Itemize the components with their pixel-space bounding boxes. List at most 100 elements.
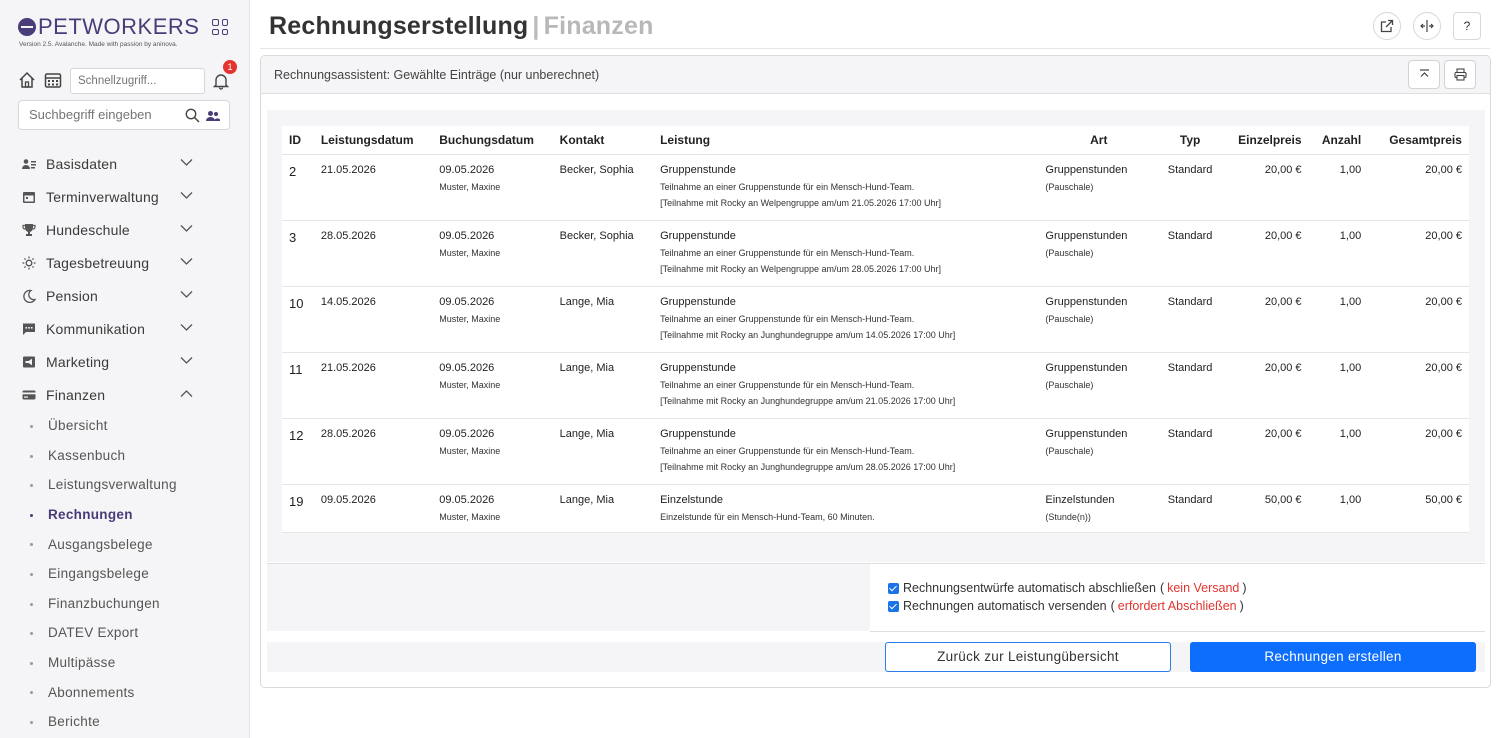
sidebar: PETWORKERS Version 2.5. Avalanche. Made … xyxy=(0,0,250,738)
cell-anzahl: 1,00 xyxy=(1308,286,1369,353)
create-invoices-button[interactable]: Rechnungen erstellen xyxy=(1190,642,1476,672)
col-kontakt: Kontakt xyxy=(552,126,654,155)
cell-kontakt: Lange, Mia xyxy=(552,418,654,485)
subnav-item-leistungsverwaltung[interactable]: Leistungsverwaltung xyxy=(0,470,250,500)
collapse-card-button[interactable] xyxy=(1408,60,1440,89)
subnav-item-finanzbuchungen[interactable]: Finanzbuchungen xyxy=(0,589,250,619)
card-title: Rechnungsassistent: Gewählte Einträge (n… xyxy=(274,68,600,82)
table-row[interactable]: 19 09.05.2026 09.05.2026 Muster, Maxine Lang… xyxy=(282,484,1469,533)
help-button[interactable]: ? xyxy=(1453,12,1481,40)
subnav-item-berichte[interactable]: Berichte xyxy=(0,707,250,737)
cell-leistung: Gruppenstunde Teilnahme an einer Gruppens… xyxy=(653,154,1039,221)
back-to-services-button[interactable]: Zurück zur Leistungübersicht xyxy=(885,642,1171,672)
cell-anzahl: 1,00 xyxy=(1308,154,1369,221)
moon-icon xyxy=(23,289,36,303)
service-detail: [Teilnahme mit Rocky an Junghundegruppe … xyxy=(660,461,956,472)
subnav-item-multipaesse[interactable]: Multipässe xyxy=(0,648,250,678)
cell-id: 10 xyxy=(282,286,314,353)
col-leistung: Leistung xyxy=(653,126,1039,155)
table-row[interactable]: 10 14.05.2026 09.05.2026 Muster, Maxine Lang… xyxy=(282,286,1469,353)
nav-item-finanzen[interactable]: Finanzen xyxy=(0,378,250,411)
art-unit: (Pauschale) xyxy=(1045,445,1094,456)
col-art: Art xyxy=(1038,126,1160,155)
subnav-item-ausgangsbelege[interactable]: Ausgangsbelege xyxy=(0,529,250,559)
sun-icon xyxy=(22,256,36,269)
brand-name: PETWORKERS xyxy=(38,14,200,39)
service-description: Teilnahme an einer Gruppenstunde für ein… xyxy=(660,181,915,192)
chevron-down-icon xyxy=(180,324,193,331)
cell-gesamtpreis: 20,00 € xyxy=(1368,286,1469,353)
col-buchungsdatum: Buchungsdatum xyxy=(432,126,553,155)
title-divider xyxy=(260,48,1490,49)
nav-item-hundeschule[interactable]: Hundeschule xyxy=(0,213,250,246)
users-search-icon[interactable] xyxy=(206,110,220,122)
cell-typ: Standard xyxy=(1159,352,1222,419)
open-external-button[interactable] xyxy=(1373,12,1401,40)
nav-item-kommunikation[interactable]: Kommunikation xyxy=(0,312,250,345)
booked-by: Muster, Maxine xyxy=(439,247,501,258)
art-unit: (Stunde(n)) xyxy=(1045,511,1091,522)
nav-item-tagesbetreuung[interactable]: Tagesbetreuung xyxy=(0,246,250,279)
art-unit: (Pauschale) xyxy=(1045,247,1094,258)
subnav-item-kassenbuch[interactable]: Kassenbuch xyxy=(0,441,250,471)
service-name: Gruppenstunde xyxy=(660,163,736,176)
auto-send-checkbox[interactable] xyxy=(888,600,899,612)
service-name: Gruppenstunde xyxy=(660,295,736,308)
table-row[interactable]: 12 28.05.2026 09.05.2026 Muster, Maxine Lang… xyxy=(282,418,1469,485)
table-row[interactable]: 11 21.05.2026 09.05.2026 Muster, Maxine Lang… xyxy=(282,352,1469,419)
art-unit: (Pauschale) xyxy=(1045,379,1094,390)
notification-bell-icon[interactable] xyxy=(212,72,230,90)
chevron-down-icon xyxy=(180,192,193,199)
table-row[interactable]: 3 28.05.2026 09.05.2026 Muster, Maxine Becke… xyxy=(282,220,1469,287)
toggle-width-button[interactable] xyxy=(1413,12,1441,40)
cell-gesamtpreis: 20,00 € xyxy=(1368,220,1469,287)
print-button[interactable] xyxy=(1444,60,1476,89)
cell-leistungsdatum: 21.05.2026 xyxy=(313,154,433,221)
options-area: Rechnungsentwürfe automatisch abschließe… xyxy=(267,563,1485,632)
art-name: Gruppenstunden xyxy=(1045,427,1128,440)
cell-kontakt: Becker, Sophia xyxy=(552,220,654,287)
cell-kontakt: Lange, Mia xyxy=(552,352,654,419)
credit-card-icon xyxy=(22,390,36,399)
subnav-item-rechnungen[interactable]: Rechnungen xyxy=(0,500,250,530)
cell-leistung: Einzelstunde Einzelstunde für ein Mensch-… xyxy=(653,484,1039,533)
nav-item-marketing[interactable]: Marketing xyxy=(0,345,250,378)
booked-by: Muster, Maxine xyxy=(439,445,501,456)
nav-item-pension[interactable]: Pension xyxy=(0,279,250,312)
subnav-item-datev-export[interactable]: DATEV Export xyxy=(0,618,250,648)
calendar-icon[interactable] xyxy=(44,71,62,89)
search-input[interactable] xyxy=(29,107,179,122)
option-auto-close: Rechnungsentwürfe automatisch abschließe… xyxy=(888,581,1247,595)
table-header-row: ID Leistungsdatum Buchungsdatum Kontakt … xyxy=(282,126,1469,155)
chevron-down-icon xyxy=(180,225,193,232)
chevron-up-icon xyxy=(180,390,193,397)
table-row[interactable]: 2 21.05.2026 09.05.2026 Muster, Maxine Becke… xyxy=(282,154,1469,221)
col-leistungsdatum: Leistungsdatum xyxy=(313,126,433,155)
service-name: Einzelstunde xyxy=(660,493,724,506)
subnav-item-abonnements[interactable]: Abonnements xyxy=(0,677,250,707)
home-icon[interactable] xyxy=(18,71,36,89)
cell-gesamtpreis: 20,00 € xyxy=(1368,154,1469,221)
auto-close-checkbox[interactable] xyxy=(888,582,899,594)
booked-by: Muster, Maxine xyxy=(439,313,501,324)
nav-label: Kommunikation xyxy=(46,320,146,337)
nav-item-basisdaten[interactable]: Basisdaten xyxy=(0,147,250,180)
cell-einzelpreis: 50,00 € xyxy=(1221,484,1309,533)
booking-date: 09.05.2026 xyxy=(439,427,495,440)
print-icon xyxy=(1453,68,1467,81)
nav-item-terminverwaltung[interactable]: Terminverwaltung xyxy=(0,180,250,213)
col-typ: Typ xyxy=(1159,126,1222,155)
search-icon[interactable] xyxy=(185,108,200,123)
art-name: Gruppenstunden xyxy=(1045,229,1128,242)
version-text: Version 2.5. Avalanche. Made with passio… xyxy=(19,41,178,48)
page-title-section: Finanzen xyxy=(543,12,654,40)
table-body: 2 21.05.2026 09.05.2026 Muster, Maxine Becke… xyxy=(282,154,1469,533)
app-grid-icon[interactable] xyxy=(212,19,228,35)
quick-access-input[interactable] xyxy=(70,68,205,94)
brand-logo[interactable]: PETWORKERS Version 2.5. Avalanche. Made … xyxy=(18,14,228,50)
col-gesamtpreis: Gesamtpreis xyxy=(1368,126,1469,155)
subnav-item-uebersicht[interactable]: Übersicht xyxy=(0,411,250,441)
subnav-item-eingangsbelege[interactable]: Eingangsbelege xyxy=(0,559,250,589)
action-row: Zurück zur Leistungübersicht Rechnungen … xyxy=(267,642,1485,672)
art-unit: (Pauschale) xyxy=(1045,313,1094,324)
